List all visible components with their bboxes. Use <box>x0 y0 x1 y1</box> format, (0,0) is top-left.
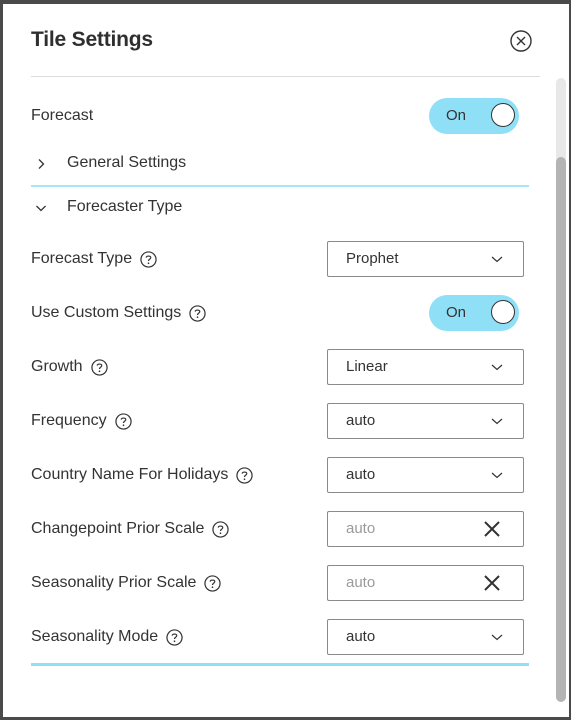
help-icon[interactable] <box>212 520 230 538</box>
forecast-type-row: Forecast Type Prophet <box>31 241 525 277</box>
seasonality-prior-scale-label: Seasonality Prior Scale <box>31 574 197 591</box>
field-label-wrap: Seasonality Mode <box>31 628 183 646</box>
section-label: Forecaster Type <box>67 198 183 215</box>
input-placeholder: auto <box>346 574 376 591</box>
forecast-toggle[interactable]: On <box>429 98 519 134</box>
select-value: auto <box>346 412 376 429</box>
field-label-wrap: Country Name For Holidays <box>31 466 254 484</box>
select-value: auto <box>346 466 376 483</box>
section-bottom-divider <box>31 663 529 666</box>
frequency-row: Frequency auto <box>31 403 525 439</box>
forecast-type-select[interactable]: Prophet <box>327 241 524 277</box>
changepoint-prior-scale-row: Changepoint Prior Scale auto <box>31 511 525 547</box>
clear-x-icon[interactable] <box>483 520 501 538</box>
header-divider <box>31 76 540 77</box>
close-button[interactable] <box>510 30 532 52</box>
chevron-down-icon <box>491 256 503 263</box>
seasonality-prior-scale-row: Seasonality Prior Scale auto <box>31 565 525 601</box>
chevron-down-icon <box>491 418 503 425</box>
help-icon[interactable] <box>140 250 157 268</box>
use-custom-settings-toggle[interactable]: On <box>429 295 519 331</box>
help-icon[interactable] <box>204 574 222 592</box>
field-label-wrap: Frequency <box>31 412 132 430</box>
frequency-select[interactable]: auto <box>327 403 524 439</box>
chevron-down-icon <box>491 634 503 641</box>
seasonality-mode-select[interactable]: auto <box>327 619 524 655</box>
scrollbar-thumb[interactable] <box>556 157 566 702</box>
chevron-right-icon <box>38 159 45 169</box>
select-value: Linear <box>346 358 388 375</box>
select-value: Prophet <box>346 250 399 267</box>
field-label-wrap: Forecast Type <box>31 250 157 268</box>
help-icon[interactable] <box>166 628 183 646</box>
frequency-label: Frequency <box>31 412 107 429</box>
tile-settings-dialog: Tile Settings Forecast On General Settin… <box>3 4 569 717</box>
use-custom-settings-row: Use Custom Settings On <box>31 295 525 331</box>
help-icon[interactable] <box>236 466 254 484</box>
forecast-label: Forecast <box>31 107 94 124</box>
section-divider <box>31 185 529 187</box>
changepoint-prior-scale-input[interactable]: auto <box>327 511 524 547</box>
country-name-for-holidays-label: Country Name For Holidays <box>31 466 229 483</box>
growth-row: Growth Linear <box>31 349 525 385</box>
toggle-state-text: On <box>446 107 467 124</box>
chevron-down-icon <box>491 472 503 479</box>
chevron-down-icon <box>36 205 46 212</box>
seasonality-mode-label: Seasonality Mode <box>31 628 159 645</box>
seasonality-mode-row: Seasonality Mode auto <box>31 619 525 655</box>
forecast-type-label: Forecast Type <box>31 250 133 267</box>
growth-select[interactable]: Linear <box>327 349 524 385</box>
section-label: General Settings <box>67 154 187 171</box>
select-value: auto <box>346 628 376 645</box>
circle-x-icon <box>510 30 532 52</box>
field-label-wrap: Seasonality Prior Scale <box>31 574 222 592</box>
forecast-row: Forecast On <box>31 98 525 134</box>
toggle-knob <box>491 300 515 324</box>
country-name-for-holidays-select[interactable]: auto <box>327 457 524 493</box>
country-name-for-holidays-row: Country Name For Holidays auto <box>31 457 525 493</box>
section-general-settings[interactable]: General Settings <box>31 150 529 180</box>
seasonality-prior-scale-input[interactable]: auto <box>327 565 524 601</box>
field-label-wrap: Growth <box>31 358 108 376</box>
growth-label: Growth <box>31 358 83 375</box>
field-label-wrap: Changepoint Prior Scale <box>31 520 230 538</box>
use-custom-settings-label: Use Custom Settings <box>31 304 182 321</box>
changepoint-prior-scale-label: Changepoint Prior Scale <box>31 520 205 537</box>
clear-x-icon[interactable] <box>483 574 501 592</box>
chevron-down-icon <box>491 364 503 371</box>
input-placeholder: auto <box>346 520 376 537</box>
help-icon[interactable] <box>114 412 132 430</box>
toggle-knob <box>491 103 515 127</box>
section-forecaster-type[interactable]: Forecaster Type <box>31 194 529 224</box>
help-icon[interactable] <box>90 358 108 376</box>
field-label-wrap: Use Custom Settings <box>31 304 206 322</box>
help-icon[interactable] <box>189 304 206 322</box>
toggle-state-text: On <box>446 304 467 321</box>
dialog-title: Tile Settings <box>31 28 153 51</box>
